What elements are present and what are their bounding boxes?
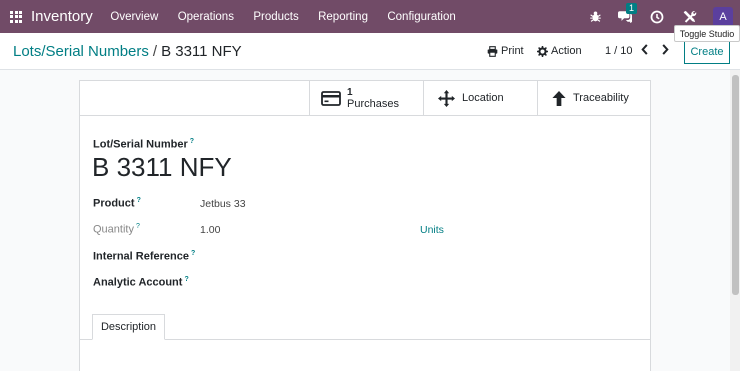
action-label: Action [551,45,582,57]
page-scrollbar[interactable] [730,70,740,371]
menu-operations[interactable]: Operations [168,11,244,23]
help-icon[interactable]: ? [136,223,140,230]
control-panel: Lots/Serial Numbers / B 3311 NFY Print Act… [0,33,740,70]
studio-tools-icon[interactable] [681,9,697,25]
bug-icon[interactable] [587,9,603,25]
analytic-account-label: Analytic Account? [93,276,189,289]
arrow-up-icon [552,90,566,106]
arrows-move-icon [438,89,455,107]
scrollbar-thumb[interactable] [732,75,739,295]
menu-reporting[interactable]: Reporting [308,11,377,23]
action-button[interactable]: Action [537,45,582,57]
location-smart-button[interactable]: Location [423,81,537,115]
product-label: Product? [93,197,141,210]
menu-overview[interactable]: Overview [101,11,168,23]
purchases-count: 1 [347,86,353,98]
breadcrumb-separator: / [152,43,158,60]
top-navbar: Inventory Overview Operations Products R… [0,0,740,33]
print-icon [487,45,498,57]
menu-products[interactable]: Products [244,11,309,23]
quantity-label: Quantity? [93,223,140,236]
lot-serial-label: Lot/Serial Number? [93,138,195,151]
activity-clock-icon[interactable] [649,9,665,25]
pager-previous-icon[interactable] [641,43,649,58]
smart-button-box: 1 Purchases Location Traceability [80,81,650,116]
form-sheet: 1 Purchases Location Traceability Lot/Se… [79,80,651,371]
credit-card-icon [321,90,341,106]
breadcrumb-lots-link[interactable]: Lots/Serial Numbers [13,43,149,60]
print-label: Print [501,45,524,57]
print-button[interactable]: Print [487,45,524,57]
breadcrumb: Lots/Serial Numbers / B 3311 NFY [13,43,242,60]
pager-value[interactable]: 1 / 10 [605,45,633,57]
quantity-value: 1.00 [200,224,221,236]
traceability-label: Traceability [573,92,629,104]
lot-name-field[interactable]: B 3311 NFY [92,152,232,183]
notebook-tabs-line [80,339,650,340]
traceability-smart-button[interactable]: Traceability [537,81,650,115]
internal-reference-label: Internal Reference? [93,250,196,263]
uom-link[interactable]: Units [420,224,444,236]
location-label: Location [462,92,504,104]
menu-configuration[interactable]: Configuration [378,11,466,23]
purchases-smart-button[interactable]: 1 Purchases [309,81,423,115]
product-value[interactable]: Jetbus 33 [200,198,246,210]
messages-icon[interactable]: 1 [617,2,638,25]
create-button[interactable]: Create [684,40,730,64]
help-icon[interactable]: ? [190,138,194,145]
help-icon[interactable]: ? [184,276,188,283]
gear-icon [537,45,548,57]
messages-badge: 1 [626,2,638,14]
tab-description[interactable]: Description [92,314,165,340]
breadcrumb-current: B 3311 NFY [161,43,242,60]
purchases-label: Purchases [347,97,399,110]
apps-grid-icon[interactable] [10,10,22,23]
help-icon[interactable]: ? [137,197,141,204]
app-brand[interactable]: Inventory [31,8,93,25]
help-icon[interactable]: ? [191,250,195,257]
user-avatar[interactable]: A [713,6,733,27]
studio-tooltip: Toggle Studio [674,25,740,42]
pager-next-icon[interactable] [661,43,669,58]
